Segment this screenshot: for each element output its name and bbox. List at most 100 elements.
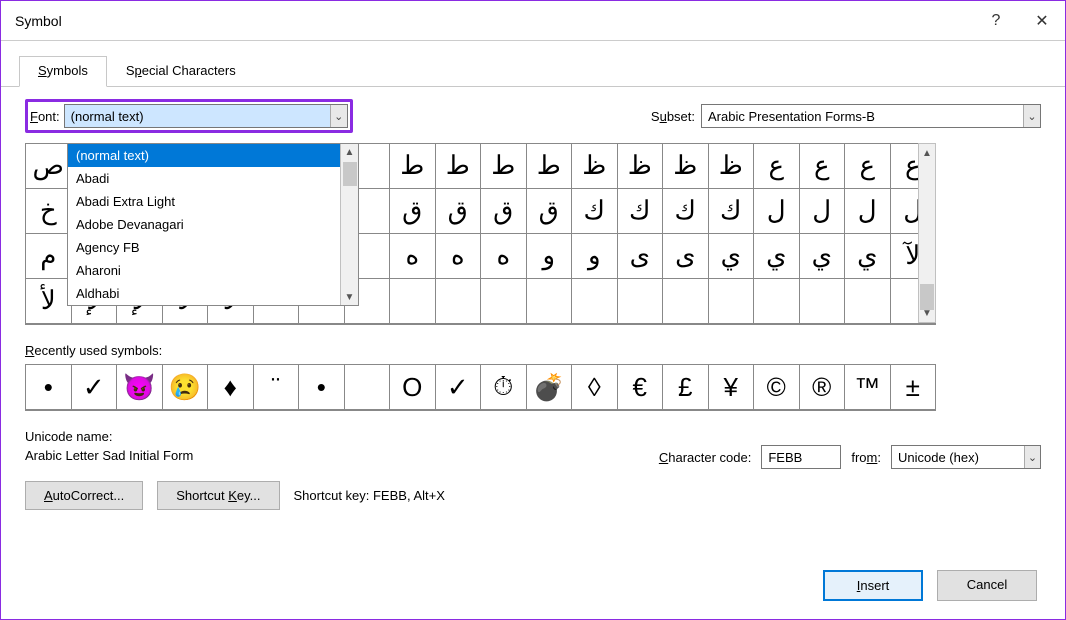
- recent-symbol-cell[interactable]: ◊: [571, 364, 618, 410]
- recent-symbol-cell[interactable]: O: [389, 364, 436, 410]
- recent-symbol-cell[interactable]: ±: [890, 364, 937, 410]
- symbol-cell[interactable]: ي: [753, 233, 800, 279]
- chevron-down-icon[interactable]: ⌄: [1023, 105, 1040, 127]
- symbol-cell[interactable]: [389, 278, 436, 324]
- symbol-cell[interactable]: ع: [799, 143, 846, 189]
- symbol-cell[interactable]: [617, 278, 664, 324]
- symbol-cell[interactable]: ع: [844, 143, 891, 189]
- symbol-cell[interactable]: [799, 278, 846, 324]
- symbol-cell[interactable]: خ: [25, 188, 72, 234]
- recent-symbol-cell[interactable]: ⏱: [480, 364, 527, 410]
- subset-input[interactable]: [702, 105, 1023, 127]
- recent-symbol-cell[interactable]: ©: [753, 364, 800, 410]
- subset-combo[interactable]: ⌄: [701, 104, 1041, 128]
- font-option[interactable]: Aharoni: [68, 259, 340, 282]
- symbol-cell[interactable]: ه: [480, 233, 527, 279]
- recent-symbol-cell[interactable]: ¥: [708, 364, 755, 410]
- chevron-down-icon[interactable]: ⌄: [1024, 446, 1040, 468]
- symbol-cell[interactable]: ك: [662, 188, 709, 234]
- symbol-cell[interactable]: ق: [526, 188, 573, 234]
- symbol-cell[interactable]: ص: [25, 143, 72, 189]
- symbol-cell[interactable]: ل: [844, 188, 891, 234]
- recent-symbol-cell[interactable]: •: [298, 364, 345, 410]
- grid-scrollbar[interactable]: ▲ ▼: [918, 143, 936, 323]
- font-option[interactable]: Abadi Extra Light: [68, 190, 340, 213]
- recent-symbol-cell[interactable]: 💣: [526, 364, 573, 410]
- symbol-cell[interactable]: [435, 278, 482, 324]
- font-dropdown-scrollbar[interactable]: ▲ ▼: [340, 144, 358, 305]
- symbol-cell[interactable]: ق: [435, 188, 482, 234]
- symbol-cell[interactable]: ط: [389, 143, 436, 189]
- close-button[interactable]: ✕: [1019, 1, 1065, 41]
- insert-button[interactable]: Insert: [823, 570, 923, 601]
- autocorrect-button[interactable]: AutoCorrect...: [25, 481, 143, 510]
- scroll-track[interactable]: [919, 162, 935, 304]
- font-option[interactable]: Adobe Devanagari: [68, 213, 340, 236]
- tab-symbols[interactable]: Symbols: [19, 56, 107, 87]
- recent-symbol-cell[interactable]: £: [662, 364, 709, 410]
- symbol-cell[interactable]: [480, 278, 527, 324]
- symbol-cell[interactable]: ي: [708, 233, 755, 279]
- symbol-cell[interactable]: [526, 278, 573, 324]
- scroll-thumb[interactable]: [343, 162, 357, 186]
- symbol-cell[interactable]: ظ: [662, 143, 709, 189]
- symbol-cell[interactable]: ط: [480, 143, 527, 189]
- recent-symbol-cell[interactable]: ✓: [435, 364, 482, 410]
- cancel-button[interactable]: Cancel: [937, 570, 1037, 601]
- charcode-input[interactable]: FEBB: [761, 445, 841, 469]
- symbol-cell[interactable]: ى: [662, 233, 709, 279]
- symbol-cell[interactable]: [708, 278, 755, 324]
- symbol-cell[interactable]: ظ: [708, 143, 755, 189]
- symbol-cell[interactable]: ي: [844, 233, 891, 279]
- font-option[interactable]: Aldhabi: [68, 282, 340, 305]
- symbol-cell[interactable]: ه: [389, 233, 436, 279]
- symbol-cell[interactable]: ظ: [571, 143, 618, 189]
- from-combo[interactable]: ⌄: [891, 445, 1041, 469]
- recent-symbol-cell[interactable]: ™: [844, 364, 891, 410]
- symbol-cell[interactable]: ي: [799, 233, 846, 279]
- recent-symbol-cell[interactable]: 😈: [116, 364, 163, 410]
- recent-symbol-cell[interactable]: •: [25, 364, 72, 410]
- recent-symbol-cell[interactable]: €: [617, 364, 664, 410]
- font-option[interactable]: (normal text): [68, 144, 340, 167]
- symbol-cell[interactable]: [662, 278, 709, 324]
- symbol-cell[interactable]: ى: [617, 233, 664, 279]
- recent-symbol-cell[interactable]: ♦: [207, 364, 254, 410]
- symbol-cell[interactable]: ظ: [617, 143, 664, 189]
- symbol-cell[interactable]: ق: [389, 188, 436, 234]
- font-option[interactable]: Agency FB: [68, 236, 340, 259]
- symbol-cell[interactable]: ك: [571, 188, 618, 234]
- symbol-cell[interactable]: [571, 278, 618, 324]
- symbol-cell[interactable]: ق: [480, 188, 527, 234]
- symbol-cell[interactable]: و: [526, 233, 573, 279]
- symbol-cell[interactable]: و: [571, 233, 618, 279]
- scroll-up-icon[interactable]: ▲: [919, 144, 935, 162]
- font-input[interactable]: [65, 105, 330, 127]
- symbol-cell[interactable]: ك: [708, 188, 755, 234]
- recent-symbol-cell[interactable]: ®: [799, 364, 846, 410]
- tab-special-characters[interactable]: Special Characters: [107, 56, 255, 87]
- recent-symbol-cell[interactable]: 😢: [162, 364, 209, 410]
- symbol-cell[interactable]: لأ: [25, 278, 72, 324]
- symbol-cell[interactable]: ه: [435, 233, 482, 279]
- symbol-cell[interactable]: ع: [753, 143, 800, 189]
- symbol-cell[interactable]: [844, 278, 891, 324]
- scroll-thumb[interactable]: [920, 284, 934, 310]
- symbol-cell[interactable]: م: [25, 233, 72, 279]
- symbol-cell[interactable]: [753, 278, 800, 324]
- symbol-cell[interactable]: ل: [753, 188, 800, 234]
- symbol-cell[interactable]: ك: [617, 188, 664, 234]
- symbol-cell[interactable]: ط: [435, 143, 482, 189]
- chevron-down-icon[interactable]: ⌄: [330, 105, 347, 127]
- recent-symbol-cell[interactable]: ¨: [253, 364, 300, 410]
- font-option[interactable]: Abadi: [68, 167, 340, 190]
- scroll-up-icon[interactable]: ▲: [345, 144, 355, 160]
- symbol-cell[interactable]: ل: [799, 188, 846, 234]
- from-input[interactable]: [892, 446, 1024, 468]
- font-combo[interactable]: ⌄: [64, 104, 348, 128]
- scroll-track[interactable]: [343, 160, 357, 289]
- recent-symbol-cell[interactable]: [344, 364, 391, 410]
- shortcut-key-button[interactable]: Shortcut Key...: [157, 481, 279, 510]
- symbol-cell[interactable]: ط: [526, 143, 573, 189]
- help-button[interactable]: ?: [973, 1, 1019, 41]
